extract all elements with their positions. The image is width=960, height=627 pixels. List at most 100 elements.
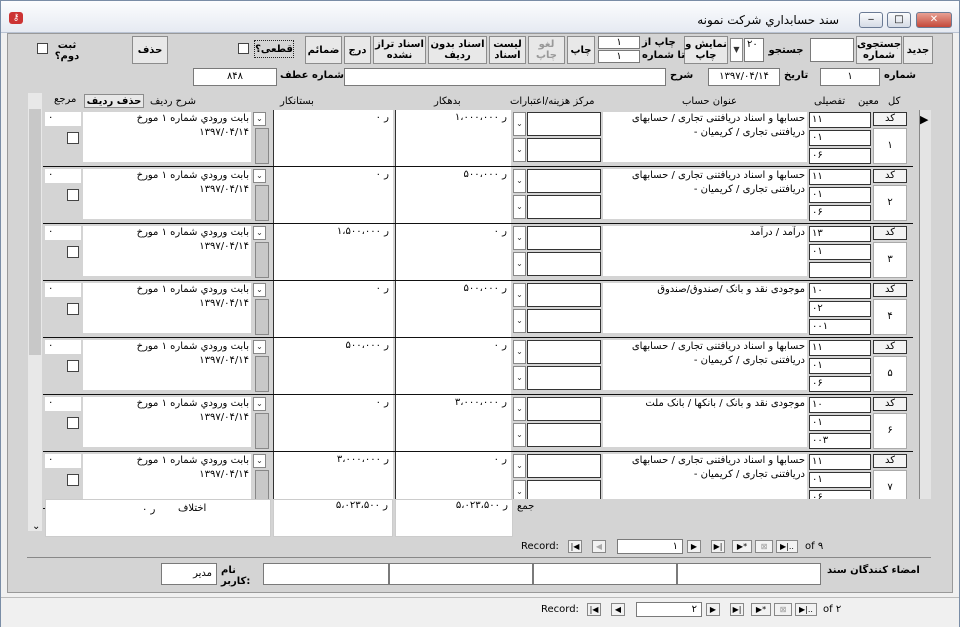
search-button[interactable]: جستجو	[764, 38, 808, 62]
row-checkbox[interactable]	[67, 417, 79, 429]
reference-input[interactable]: ۰	[45, 112, 81, 126]
row-desc-scrollbar[interactable]	[255, 242, 269, 278]
row-desc-dropdown[interactable]: ⌄	[253, 283, 266, 297]
attachments-button[interactable]: ضمائم	[305, 36, 342, 64]
code-label[interactable]: کد	[873, 397, 907, 411]
kol-code-input[interactable]: ۱۱	[809, 340, 871, 356]
inner-last-button[interactable]: ▶|	[711, 540, 725, 553]
cost-center-input-2[interactable]	[527, 138, 601, 162]
delete-button[interactable]: حذف	[132, 36, 168, 64]
cost-center-input-1[interactable]	[527, 454, 601, 478]
show-print-button[interactable]: نمايش و چاپ	[684, 36, 728, 64]
row-desc-input[interactable]: بابت ورودي شماره ۱ مورخ ۱۳۹۷/۰۴/۱۴	[83, 283, 251, 333]
new-button[interactable]: جديد	[903, 36, 933, 64]
outer-filter-icon[interactable]: ⊠	[774, 603, 792, 616]
credit-input[interactable]: ر ۰	[273, 281, 393, 337]
close-button[interactable]: ✕	[916, 12, 952, 28]
credit-input[interactable]: ر ۰	[273, 110, 393, 166]
voucher-list-button[interactable]: ليست اسناد	[489, 36, 526, 64]
credit-input[interactable]: ر ۱،۵۰۰،۰۰۰	[273, 224, 393, 280]
row-desc-dropdown[interactable]: ⌄	[253, 226, 266, 240]
debit-input[interactable]: ر ۱،۰۰۰،۰۰۰	[395, 110, 511, 166]
kol-code-input[interactable]: ۱۱	[809, 112, 871, 128]
tafsili-code-input[interactable]: ۰۶	[809, 148, 871, 164]
moein-code-input[interactable]: ۰۲	[809, 301, 871, 317]
tafsili-code-input[interactable]	[809, 262, 871, 278]
final-checkbox[interactable]	[238, 43, 249, 54]
code-label[interactable]: کد	[873, 226, 907, 240]
moein-code-input[interactable]: ۰۱	[809, 130, 871, 146]
debit-input[interactable]: ر ۰	[395, 224, 511, 280]
kol-code-input[interactable]: ۱۰	[809, 397, 871, 413]
description-input[interactable]	[344, 68, 666, 86]
row-checkbox[interactable]	[67, 303, 79, 315]
row-desc-dropdown[interactable]: ⌄	[253, 397, 266, 411]
cost-center-dropdown-1[interactable]: ⌄	[513, 340, 526, 364]
cost-center-input-1[interactable]	[527, 226, 601, 250]
debit-input[interactable]: ر ۵۰۰،۰۰۰	[395, 281, 511, 337]
row-checkbox[interactable]	[67, 360, 79, 372]
insert-button[interactable]: درج	[344, 36, 371, 64]
row-desc-scrollbar[interactable]	[255, 413, 269, 449]
count-input[interactable]: ۲۰	[744, 38, 764, 62]
print-to-input[interactable]: ۱	[598, 50, 640, 63]
row-desc-scrollbar[interactable]	[255, 299, 269, 335]
credit-input[interactable]: ر ۰	[273, 167, 393, 223]
row-desc-scrollbar[interactable]	[255, 185, 269, 221]
code-label[interactable]: کد	[873, 340, 907, 354]
row-checkbox[interactable]	[67, 474, 79, 486]
row-desc-input[interactable]: بابت ورودي شماره ۱ مورخ ۱۳۹۷/۰۴/۱۴	[83, 454, 251, 504]
date-input[interactable]: ۱۳۹۷/۰۴/۱۴	[708, 68, 780, 86]
inner-new-record-button[interactable]: ▶*	[732, 540, 752, 553]
cost-center-dropdown-1[interactable]: ⌄	[513, 397, 526, 421]
moein-code-input[interactable]: ۰۱	[809, 244, 871, 260]
reference-input[interactable]: ۸۴۸	[193, 68, 277, 86]
inner-prev-button[interactable]: ◀	[592, 540, 606, 553]
cost-center-input-1[interactable]	[527, 397, 601, 421]
row-desc-dropdown[interactable]: ⌄	[253, 112, 266, 126]
row-desc-scrollbar[interactable]	[255, 128, 269, 164]
kol-code-input[interactable]: ۱۰	[809, 283, 871, 299]
second-record-checkbox[interactable]	[37, 43, 48, 54]
cost-center-dropdown-1[interactable]: ⌄	[513, 169, 526, 193]
row-desc-scrollbar[interactable]	[255, 356, 269, 392]
delete-row-button[interactable]: حذف رديف	[84, 94, 144, 108]
code-label[interactable]: کد	[873, 169, 907, 183]
row-desc-input[interactable]: بابت ورودي شماره ۱ مورخ ۱۳۹۷/۰۴/۱۴	[83, 340, 251, 390]
cost-center-dropdown-2[interactable]: ⌄	[513, 423, 526, 447]
code-label[interactable]: کد	[873, 454, 907, 468]
count-dropdown[interactable]: ▼	[730, 38, 743, 62]
debit-input[interactable]: ر ۰	[395, 338, 511, 394]
tafsili-code-input[interactable]: ۰۶	[809, 205, 871, 221]
credit-input[interactable]: ر ۵۰۰،۰۰۰	[273, 338, 393, 394]
moein-code-input[interactable]: ۰۱	[809, 415, 871, 431]
outer-last-button[interactable]: ▶|	[730, 603, 744, 616]
row-checkbox[interactable]	[67, 246, 79, 258]
cost-center-input-2[interactable]	[527, 366, 601, 390]
row-desc-dropdown[interactable]: ⌄	[253, 169, 266, 183]
moein-code-input[interactable]: ۰۱	[809, 187, 871, 203]
record-selector-strip[interactable]	[919, 110, 931, 500]
row-desc-input[interactable]: بابت ورودي شماره ۱ مورخ ۱۳۹۷/۰۴/۱۴	[83, 169, 251, 219]
tafsili-code-input[interactable]: ۰۰۱	[809, 319, 871, 335]
cost-center-input-1[interactable]	[527, 169, 601, 193]
row-checkbox[interactable]	[67, 189, 79, 201]
outer-next-button[interactable]: ▶	[706, 603, 720, 616]
scroll-down-icon[interactable]: ⌄	[32, 521, 40, 532]
print-button[interactable]: چاپ	[567, 36, 595, 64]
reference-input[interactable]: ۰	[45, 454, 81, 468]
moein-code-input[interactable]: ۰۱	[809, 472, 871, 488]
cost-center-dropdown-2[interactable]: ⌄	[513, 138, 526, 162]
cost-center-input-2[interactable]	[527, 195, 601, 219]
reference-input[interactable]: ۰	[45, 169, 81, 183]
moein-code-input[interactable]: ۰۱	[809, 358, 871, 374]
outer-new-record-button[interactable]: ▶*	[751, 603, 771, 616]
outer-search-button[interactable]: ▶|..	[795, 603, 817, 616]
cost-center-input-1[interactable]	[527, 340, 601, 364]
row-desc-input[interactable]: بابت ورودي شماره ۱ مورخ ۱۳۹۷/۰۴/۱۴	[83, 112, 251, 162]
inner-current-record[interactable]: ۱	[617, 539, 683, 554]
inner-first-button[interactable]: |◀	[568, 540, 582, 553]
signer-1-input[interactable]	[677, 563, 821, 585]
tafsili-code-input[interactable]: ۰۰۳	[809, 433, 871, 449]
cost-center-dropdown-1[interactable]: ⌄	[513, 283, 526, 307]
